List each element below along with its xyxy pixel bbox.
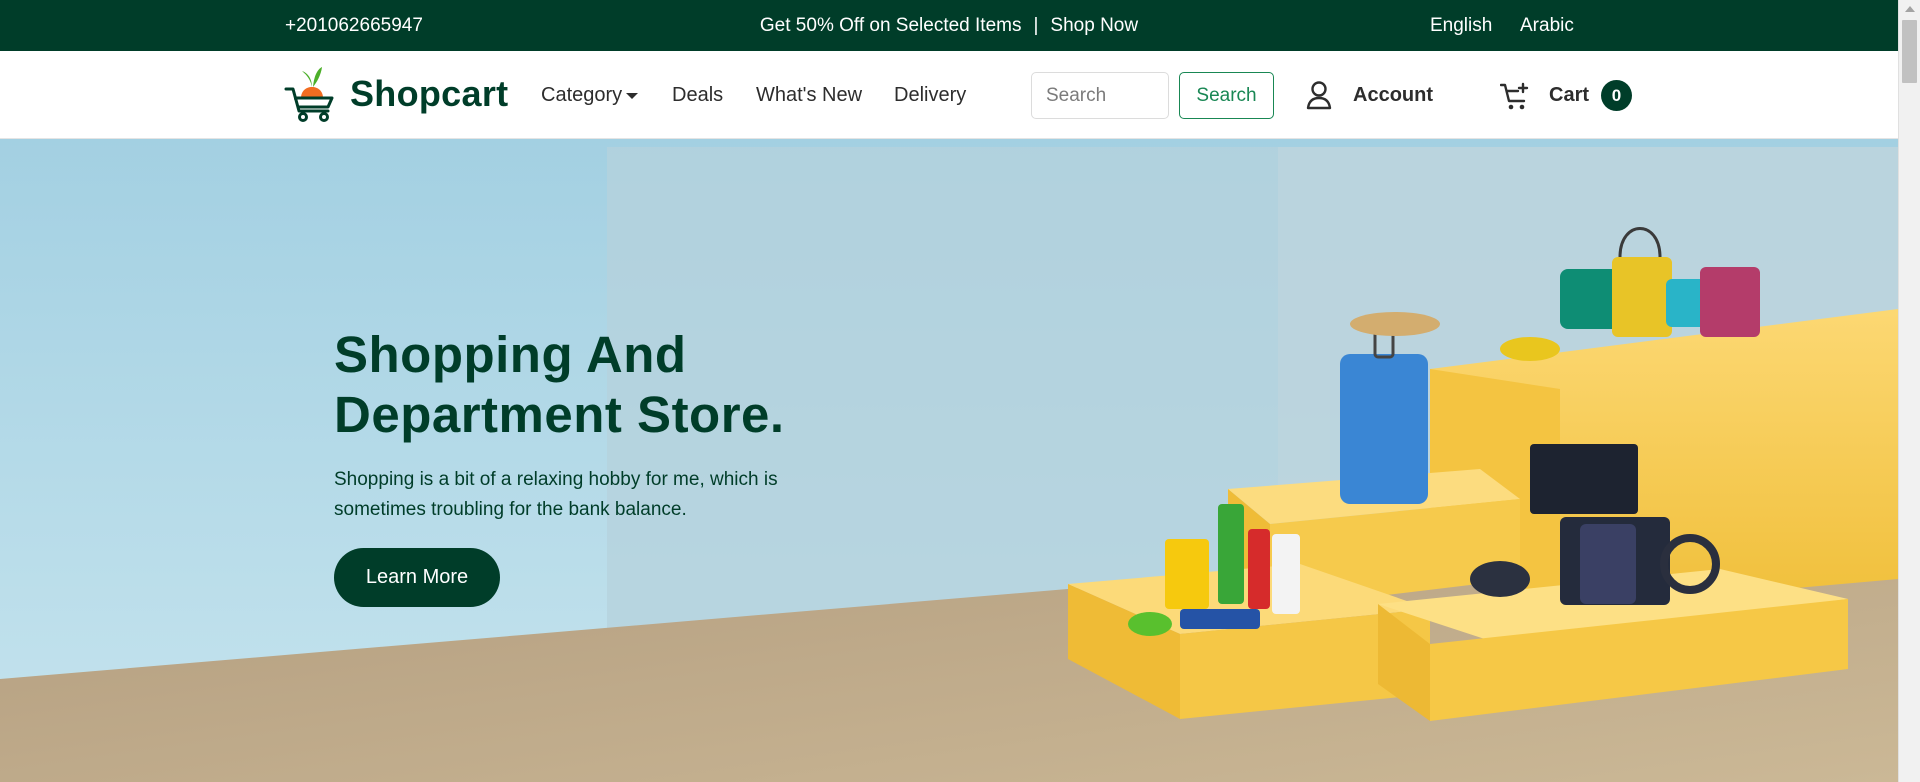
site-logo[interactable]: Shopcart	[284, 65, 508, 123]
cart-icon	[1500, 82, 1529, 109]
nav-category-label: Category	[541, 84, 623, 106]
caret-down-icon	[626, 92, 639, 99]
scrollbar-thumb[interactable]	[1902, 20, 1917, 83]
cart-label: Cart	[1549, 84, 1590, 106]
nav-whats-new[interactable]: What's New	[756, 84, 862, 107]
nav-deals[interactable]: Deals	[672, 84, 723, 107]
account-link[interactable]: Account	[1305, 80, 1433, 110]
promo-text: Get 50% Off on Selected Items	[759, 15, 1022, 36]
hero-description: Shopping is a bit of a relaxing hobby fo…	[334, 469, 778, 520]
scroll-up-arrow-icon[interactable]	[1905, 6, 1915, 12]
shop-now-link[interactable]: Shop Now	[1050, 15, 1138, 36]
language-english[interactable]: English	[1430, 15, 1492, 37]
search-button[interactable]: Search	[1179, 72, 1274, 119]
promo-separator: |	[1033, 15, 1039, 36]
language-arabic[interactable]: Arabic	[1520, 15, 1574, 37]
nav-delivery[interactable]: Delivery	[894, 84, 966, 107]
cart-count-badge: 0	[1601, 80, 1633, 111]
learn-more-button[interactable]: Learn More	[334, 548, 500, 607]
cart-logo-icon	[284, 67, 334, 122]
hero-title-line-1: Shopping And	[334, 326, 687, 383]
cart-link[interactable]: Cart 0	[1500, 80, 1633, 111]
hero-banner: Shopping And Department Store. Shopping …	[0, 139, 1898, 782]
hero-title-line-2: Department Store.	[334, 386, 785, 443]
page-scrollbar[interactable]	[1898, 0, 1920, 782]
promo-banner: Get 50% Off on Selected Items | Shop Now	[0, 15, 1898, 37]
top-announcement-bar: +201062665947 Get 50% Off on Selected It…	[0, 0, 1898, 51]
hero-title: Shopping And Department Store.	[334, 325, 934, 445]
main-navbar: Shopcart Category Deals What's New Deliv…	[0, 51, 1898, 139]
nav-category[interactable]: Category	[541, 84, 639, 107]
logo-text: Shopcart	[350, 73, 509, 114]
account-label: Account	[1353, 83, 1433, 106]
user-icon	[1306, 81, 1332, 110]
hero-background-image	[0, 139, 1898, 782]
search-input[interactable]	[1031, 72, 1169, 119]
